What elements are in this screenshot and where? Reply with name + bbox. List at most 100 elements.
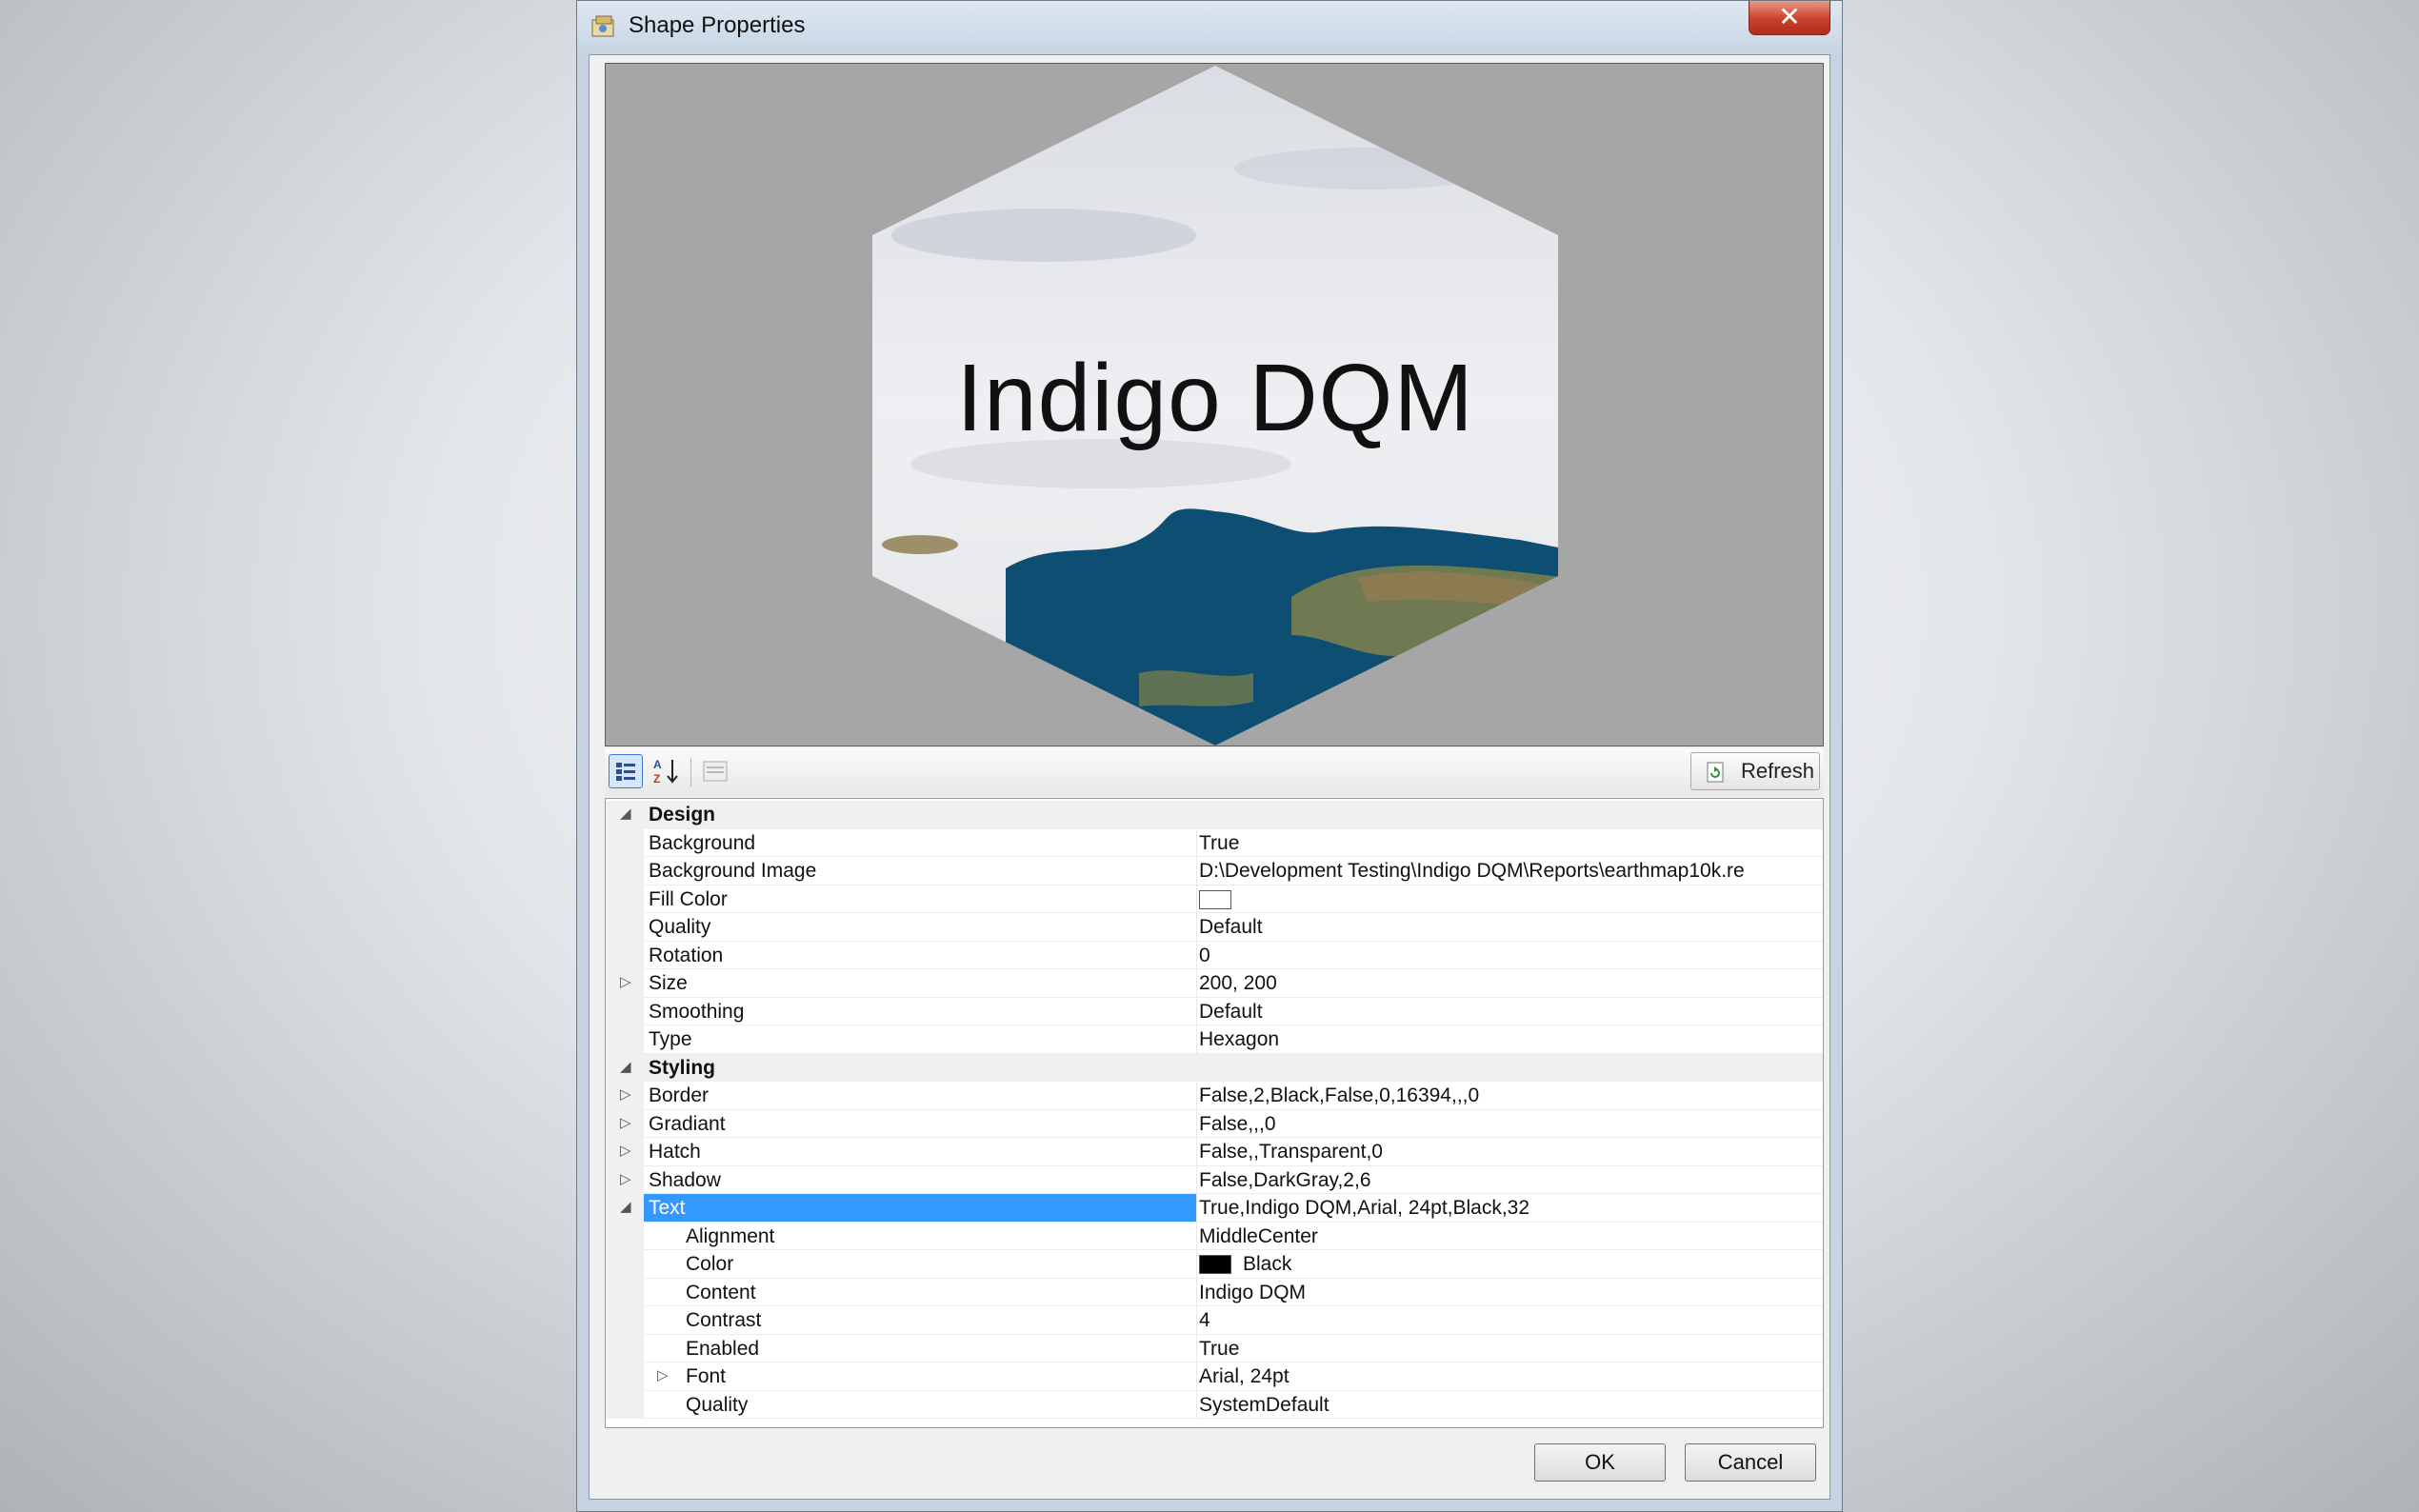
property-name: Design	[649, 804, 716, 826]
close-icon: ✕	[1778, 2, 1801, 31]
property-row-background[interactable]: Background True	[606, 828, 1823, 857]
property-row-quality[interactable]: Quality SystemDefault	[606, 1390, 1823, 1419]
row-gutter	[606, 913, 644, 942]
selection-highlight	[644, 1194, 1196, 1223]
alphabetical-view-button[interactable]: A Z	[649, 754, 683, 788]
property-value[interactable]: 0	[1199, 945, 1818, 967]
expand-arrow-icon[interactable]: ▷	[620, 1142, 631, 1159]
row-gutter	[606, 1278, 644, 1306]
collapse-arrow-icon[interactable]: ◢	[620, 805, 631, 822]
row-gutter	[606, 885, 644, 913]
expand-arrow-icon[interactable]: ▷	[657, 1366, 669, 1383]
shape-properties-dialog: Shape Properties ✕ Indigo DQM A Z Refres…	[576, 0, 1843, 1512]
column-divider	[1196, 1306, 1197, 1335]
property-value-text: True	[1199, 1337, 1240, 1360]
collapse-arrow-icon[interactable]: ◢	[620, 1198, 631, 1215]
property-value-text: 200, 200	[1199, 972, 1277, 994]
property-row-content[interactable]: Content Indigo DQM	[606, 1278, 1823, 1306]
title-bar[interactable]: Shape Properties ✕	[577, 1, 1842, 54]
column-divider	[1196, 1138, 1197, 1166]
property-value[interactable]: Arial, 24pt	[1199, 1365, 1818, 1388]
property-name: Font	[686, 1365, 727, 1387]
refresh-label: Refresh	[1741, 759, 1815, 783]
category-row-styling[interactable]: ◢ Styling	[606, 1053, 1823, 1082]
property-row-font[interactable]: ▷ Font Arial, 24pt	[606, 1363, 1823, 1391]
property-value[interactable]: False,2,Black,False,0,16394,,,0	[1199, 1084, 1818, 1107]
property-row-shadow[interactable]: ▷ Shadow False,DarkGray,2,6	[606, 1165, 1823, 1194]
property-row-alignment[interactable]: Alignment MiddleCenter	[606, 1222, 1823, 1250]
property-row-size[interactable]: ▷ Size 200, 200	[606, 969, 1823, 998]
property-pages-button[interactable]	[698, 754, 732, 788]
property-row-type[interactable]: Type Hexagon	[606, 1025, 1823, 1054]
property-row-text[interactable]: ◢ Text True,Indigo DQM,Arial, 24pt,Black,3…	[606, 1194, 1823, 1223]
expand-arrow-icon[interactable]: ▷	[620, 1114, 631, 1131]
sort-az-icon: A Z	[653, 758, 678, 786]
column-divider	[1196, 913, 1197, 942]
property-value[interactable]: True	[1199, 832, 1818, 855]
expand-arrow-icon[interactable]: ▷	[620, 1085, 631, 1103]
column-divider	[1196, 1250, 1197, 1279]
property-row-color[interactable]: Color Black	[606, 1250, 1823, 1279]
property-value[interactable]: False,DarkGray,2,6	[1199, 1169, 1818, 1192]
property-value-text: 4	[1199, 1309, 1210, 1331]
property-value[interactable]: D:\Development Testing\Indigo DQM\Report…	[1199, 860, 1818, 883]
property-name: Fill Color	[649, 887, 728, 910]
property-value[interactable]: False,,Transparent,0	[1199, 1141, 1818, 1164]
row-gutter	[606, 1222, 644, 1250]
property-name: Contrast	[686, 1309, 762, 1331]
refresh-button[interactable]: Refresh	[1690, 752, 1820, 790]
row-gutter	[606, 1306, 644, 1335]
column-divider	[1196, 941, 1197, 969]
property-name: Content	[686, 1281, 756, 1303]
shape-preview: Indigo DQM	[605, 63, 1824, 746]
property-row-hatch[interactable]: ▷ Hatch False,,Transparent,0	[606, 1138, 1823, 1166]
ok-button[interactable]: OK	[1534, 1443, 1666, 1482]
property-name: Background	[649, 831, 756, 854]
property-row-background-image[interactable]: Background Image D:\Development Testing\I…	[606, 857, 1823, 885]
color-swatch	[1199, 1255, 1231, 1275]
property-value[interactable]	[1199, 888, 1818, 911]
toolbar-separator	[690, 758, 691, 786]
property-row-gradiant[interactable]: ▷ Gradiant False,,,0	[606, 1109, 1823, 1138]
property-value[interactable]: True	[1199, 1338, 1818, 1361]
property-row-enabled[interactable]: Enabled True	[606, 1334, 1823, 1363]
dialog-client-area: Indigo DQM A Z Refresh ◢ Design Backgrou…	[589, 54, 1830, 1500]
property-value[interactable]: Hexagon	[1199, 1028, 1818, 1051]
property-value[interactable]: MiddleCenter	[1199, 1225, 1818, 1248]
refresh-icon	[1707, 762, 1724, 783]
property-value[interactable]: Default	[1199, 916, 1818, 939]
row-gutter	[606, 997, 644, 1025]
close-button[interactable]: ✕	[1749, 1, 1830, 35]
property-value[interactable]: SystemDefault	[1199, 1394, 1818, 1417]
property-value[interactable]: 200, 200	[1199, 972, 1818, 995]
property-row-contrast[interactable]: Contrast 4	[606, 1306, 1823, 1335]
property-row-border[interactable]: ▷ Border False,2,Black,False,0,16394,,,0	[606, 1082, 1823, 1110]
property-row-rotation[interactable]: Rotation 0	[606, 941, 1823, 969]
column-divider	[1196, 969, 1197, 998]
property-value[interactable]: Indigo DQM	[1199, 1282, 1818, 1304]
property-value[interactable]: Default	[1199, 1001, 1818, 1024]
property-value[interactable]: Black	[1199, 1253, 1818, 1276]
property-value-text: Arial, 24pt	[1199, 1365, 1289, 1387]
app-icon	[591, 15, 614, 37]
expand-arrow-icon[interactable]: ▷	[620, 973, 631, 990]
property-name: Shadow	[649, 1168, 721, 1191]
property-value-text: SystemDefault	[1199, 1393, 1329, 1416]
property-pages-icon	[703, 761, 728, 782]
column-divider	[1196, 1390, 1197, 1419]
property-value[interactable]: True,Indigo DQM,Arial, 24pt,Black,32	[1199, 1197, 1818, 1220]
category-row-design[interactable]: ◢ Design	[606, 801, 1823, 829]
column-divider	[1196, 828, 1197, 857]
property-row-fill-color[interactable]: Fill Color	[606, 885, 1823, 913]
cancel-button[interactable]: Cancel	[1685, 1443, 1816, 1482]
property-value-text: Default	[1199, 1000, 1263, 1023]
property-value-text: Indigo DQM	[1199, 1281, 1307, 1303]
property-value[interactable]: 4	[1199, 1309, 1818, 1332]
expand-arrow-icon[interactable]: ▷	[620, 1170, 631, 1187]
categorized-view-button[interactable]	[609, 754, 643, 788]
collapse-arrow-icon[interactable]: ◢	[620, 1058, 631, 1075]
property-name: Size	[649, 972, 688, 994]
property-value[interactable]: False,,,0	[1199, 1113, 1818, 1136]
property-row-smoothing[interactable]: Smoothing Default	[606, 997, 1823, 1025]
property-row-quality[interactable]: Quality Default	[606, 913, 1823, 942]
